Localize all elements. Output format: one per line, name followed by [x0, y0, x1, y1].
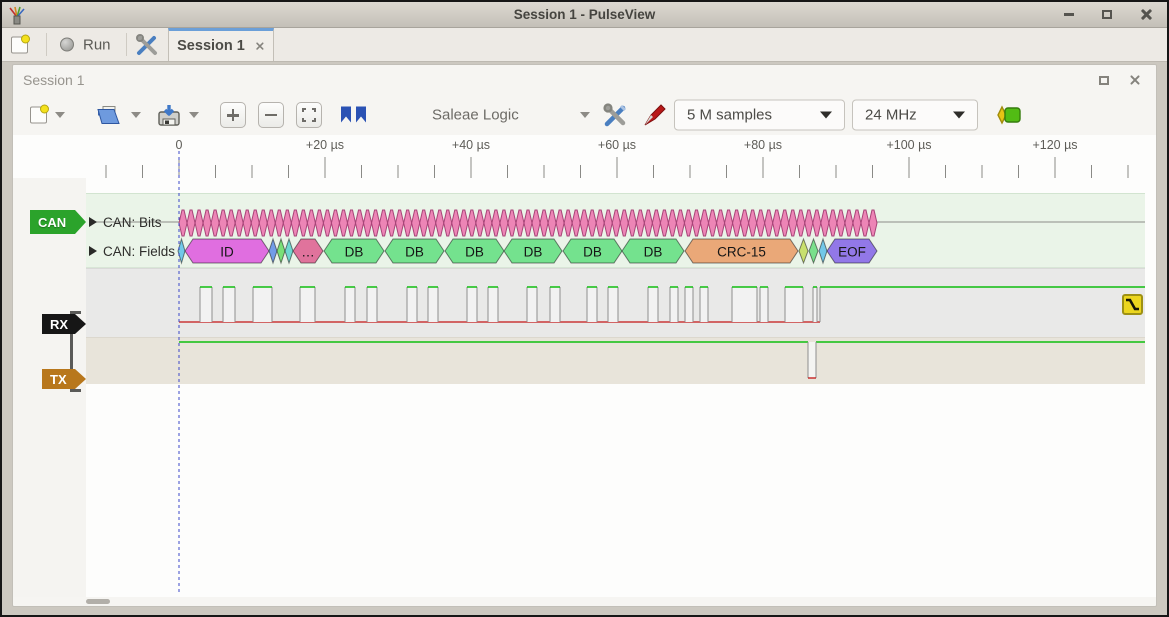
- new-file-button[interactable]: [30, 107, 47, 124]
- decoder-row-fields[interactable]: CAN: Fields: [89, 244, 175, 258]
- run-label: Run: [83, 36, 111, 53]
- show-cursors-icon[interactable]: [340, 107, 368, 124]
- svg-text:DB: DB: [465, 245, 484, 260]
- run-button[interactable]: Run: [60, 36, 111, 53]
- svg-text:DB: DB: [405, 245, 424, 260]
- svg-text:DB: DB: [583, 245, 602, 260]
- zoom-in-button[interactable]: [220, 102, 246, 128]
- subwindow-close-icon[interactable]: [1129, 75, 1140, 86]
- run-state-icon: [60, 38, 74, 52]
- decoder-row-fields-label: CAN: Fields: [103, 244, 175, 259]
- can-bits-annotations: [179, 210, 877, 236]
- close-icon[interactable]: [1140, 9, 1151, 20]
- device-dropdown-icon[interactable]: [580, 112, 590, 118]
- sample-rate-select[interactable]: 24 MHz: [852, 100, 978, 131]
- scrollbar-thumb[interactable]: [86, 599, 110, 604]
- session-toolbar: Saleae Logic 5 M samples 24 MHz: [13, 95, 1156, 135]
- svg-text:ID: ID: [220, 245, 234, 260]
- tx-waveform: [179, 342, 1145, 378]
- trace-view[interactable]: 0+20 µs+40 µs+60 µs+80 µs+100 µs+120 µs …: [13, 135, 1156, 597]
- expand-icon[interactable]: [89, 217, 97, 227]
- svg-text:…: …: [301, 245, 315, 260]
- tab-session-1[interactable]: Session 1: [168, 28, 274, 61]
- titlebar[interactable]: Session 1 - PulseView: [2, 2, 1167, 28]
- settings-icon[interactable]: [135, 33, 159, 57]
- new-session-button[interactable]: [11, 36, 28, 53]
- can-fields-annotations: ID … DB DB DB DB DB DB CRC-15 EOF: [178, 239, 877, 263]
- restore-icon[interactable]: [1099, 76, 1109, 85]
- main-toolbar: Run Session 1: [2, 28, 1167, 62]
- chevron-down-icon: [820, 112, 832, 119]
- minimize-icon[interactable]: [1064, 13, 1074, 16]
- toolbar-separator: [46, 33, 47, 56]
- maximize-icon[interactable]: [1102, 10, 1112, 19]
- sample-count-value: 5 M samples: [687, 107, 772, 124]
- channels-probe-icon[interactable]: [642, 102, 668, 128]
- subwindow-title: Session 1: [23, 72, 84, 88]
- chevron-down-icon: [953, 112, 965, 119]
- decoder-row-bits-label: CAN: Bits: [103, 215, 162, 230]
- open-file-dropdown-icon[interactable]: [131, 112, 141, 118]
- save-file-dropdown-icon[interactable]: [189, 112, 199, 118]
- plus-icon: [227, 109, 239, 121]
- pulseview-window: Session 1 - PulseView Run Session 1 Ses: [0, 0, 1169, 617]
- zoom-out-button[interactable]: [258, 102, 284, 128]
- tab-label: Session 1: [177, 38, 245, 54]
- toolbar-separator: [126, 33, 127, 56]
- minus-icon: [265, 114, 277, 117]
- configure-device-icon[interactable]: [602, 102, 628, 128]
- tab-close-icon[interactable]: [255, 42, 264, 51]
- trace-canvas[interactable]: ID … DB DB DB DB DB DB CRC-15 EOF: [13, 135, 1154, 597]
- svg-text:DB: DB: [644, 245, 663, 260]
- open-file-icon[interactable]: [97, 106, 121, 125]
- add-decoder-icon[interactable]: [994, 105, 1024, 125]
- expand-icon[interactable]: [89, 246, 97, 256]
- svg-text:DB: DB: [524, 245, 543, 260]
- decoder-row-bits[interactable]: CAN: Bits: [89, 215, 162, 229]
- ruler-ticks: [106, 157, 1128, 178]
- svg-text:CRC-15: CRC-15: [717, 245, 766, 260]
- sample-rate-value: 24 MHz: [865, 107, 917, 124]
- device-select[interactable]: Saleae Logic: [432, 107, 519, 124]
- zoom-fit-button[interactable]: [296, 102, 322, 128]
- svg-text:DB: DB: [345, 245, 364, 260]
- subwindow-header[interactable]: Session 1: [13, 65, 1156, 95]
- window-title: Session 1 - PulseView: [2, 7, 1167, 22]
- svg-text:EOF: EOF: [838, 245, 866, 260]
- zoom-fit-icon: [302, 108, 316, 122]
- falling-edge-icon: [1125, 297, 1140, 312]
- save-file-icon[interactable]: [157, 104, 181, 126]
- decoder-tag-can[interactable]: CAN: [30, 210, 86, 234]
- session-subwindow: Session 1: [12, 64, 1157, 607]
- horizontal-scrollbar[interactable]: [13, 597, 1156, 606]
- trigger-marker-falling-edge[interactable]: [1122, 294, 1143, 315]
- rx-waveform: [179, 287, 1145, 322]
- new-file-dropdown-icon[interactable]: [55, 112, 65, 118]
- sample-count-select[interactable]: 5 M samples: [674, 100, 845, 131]
